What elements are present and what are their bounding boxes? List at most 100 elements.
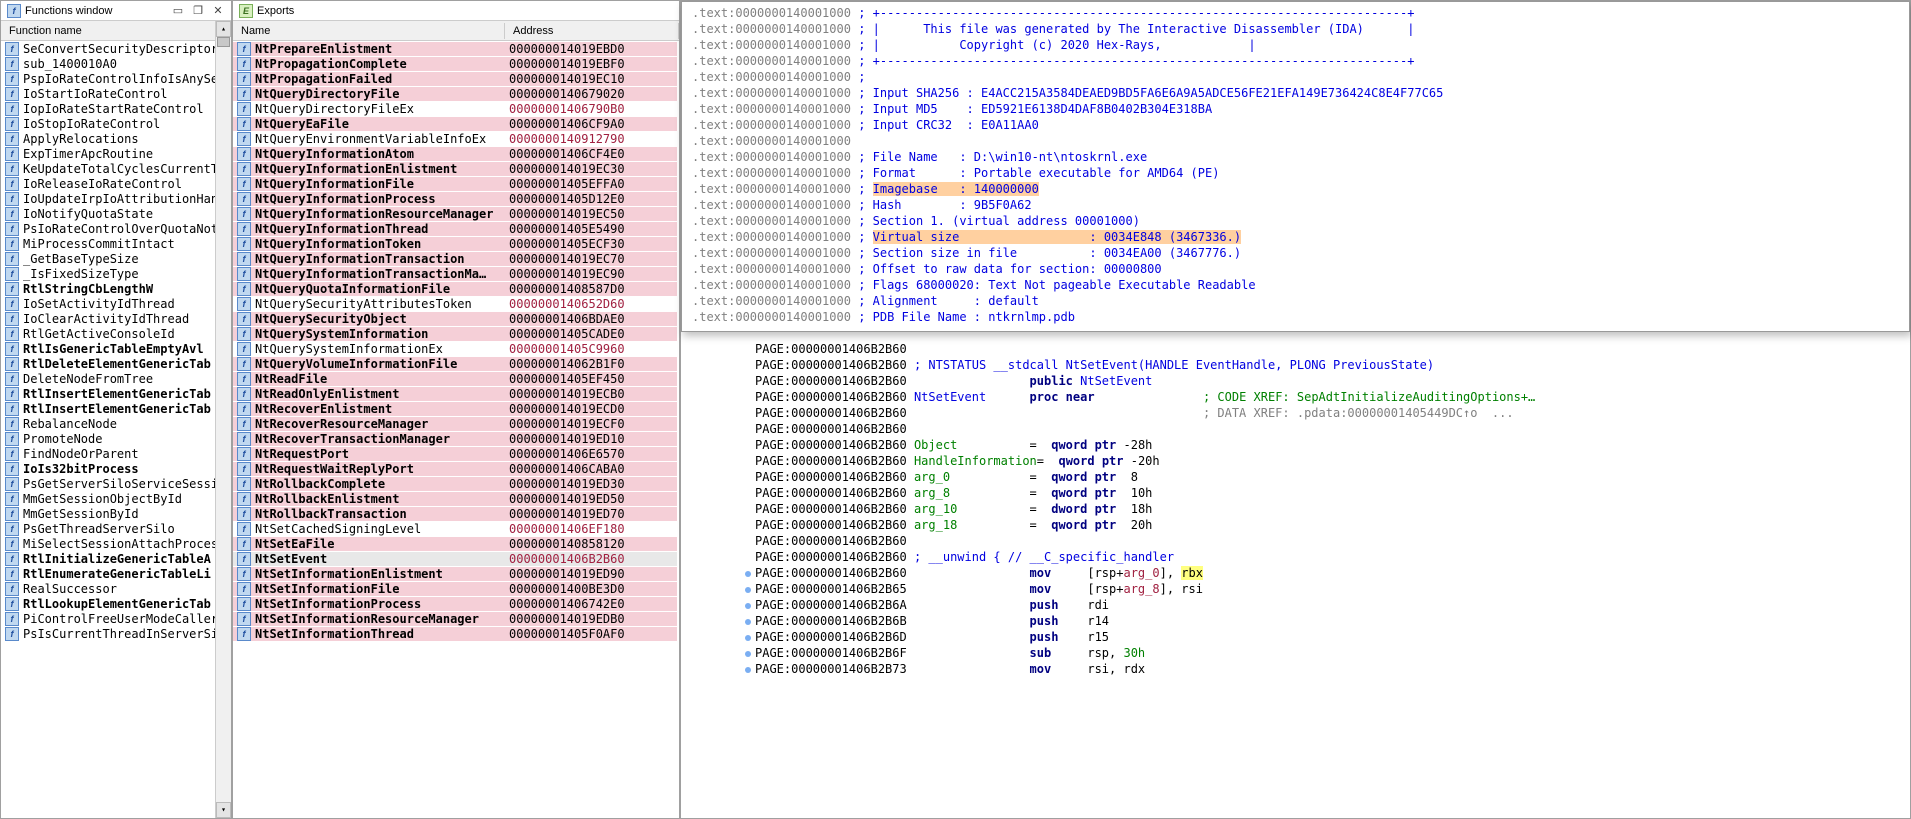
export-row[interactable]: fNtQueryInformationTransactionMa…0000000… xyxy=(233,266,679,281)
function-row[interactable]: fMiSelectSessionAttachProcess xyxy=(1,536,231,551)
export-row[interactable]: fNtRequestPort00000001406E6570 xyxy=(233,446,679,461)
breakpoint-dot-icon[interactable] xyxy=(745,587,751,593)
export-row[interactable]: fNtSetInformationThread00000001405F0AF0 xyxy=(233,626,679,641)
scroll-thumb[interactable] xyxy=(217,37,230,47)
function-row[interactable]: fRtlIsGenericTableEmptyAvl xyxy=(1,341,231,356)
export-row[interactable]: fNtSetInformationFile00000001400BE3D0 xyxy=(233,581,679,596)
export-row[interactable]: fNtRollbackComplete000000014019ED30 xyxy=(233,476,679,491)
restore-icon[interactable]: ▭ xyxy=(171,4,185,18)
export-row[interactable]: fNtRecoverTransactionManager000000014019… xyxy=(233,431,679,446)
function-row[interactable]: fRtlDeleteElementGenericTab xyxy=(1,356,231,371)
function-row[interactable]: fRtlEnumerateGenericTableLi xyxy=(1,566,231,581)
disasm-line[interactable]: PAGE:00000001406B2B60 arg_0 = qword ptr … xyxy=(741,469,1910,485)
function-row[interactable]: f_IsFixedSizeType xyxy=(1,266,231,281)
function-row[interactable]: fExpTimerApcRoutine xyxy=(1,146,231,161)
export-row[interactable]: fNtQuerySecurityObject00000001406BDAE0 xyxy=(233,311,679,326)
function-row[interactable]: fPsIsCurrentThreadInServerSilo xyxy=(1,626,231,641)
exports-header[interactable]: Name Address xyxy=(233,21,679,41)
maximize-icon[interactable]: ❐ xyxy=(191,4,205,18)
breakpoint-dot-icon[interactable] xyxy=(745,635,751,641)
disasm-line[interactable]: PAGE:00000001406B2B60 arg_8 = qword ptr … xyxy=(741,485,1910,501)
disasm-line[interactable]: PAGE:00000001406B2B60 Object = qword ptr… xyxy=(741,437,1910,453)
breakpoint-dot-icon[interactable] xyxy=(745,667,751,673)
function-row[interactable]: fDeleteNodeFromTree xyxy=(1,371,231,386)
disasm-line[interactable]: PAGE:00000001406B2B60 ; __unwind { // __… xyxy=(741,549,1910,565)
function-row[interactable]: fIoNotifyQuotaState xyxy=(1,206,231,221)
functions-scrollbar[interactable]: ▴ ▾ xyxy=(215,21,231,818)
disasm-line[interactable]: PAGE:00000001406B2B6F sub rsp, 30h xyxy=(741,645,1910,661)
export-row[interactable]: fNtQueryInformationToken00000001405ECF30 xyxy=(233,236,679,251)
function-row[interactable]: fIoClearActivityIdThread xyxy=(1,311,231,326)
function-row[interactable]: fApplyRelocations xyxy=(1,131,231,146)
function-row[interactable]: fIoUpdateIrpIoAttributionHandl xyxy=(1,191,231,206)
export-row[interactable]: fNtQueryEnvironmentVariableInfoEx0000000… xyxy=(233,131,679,146)
function-row[interactable]: fRtlInsertElementGenericTab xyxy=(1,401,231,416)
export-row[interactable]: fNtQueryInformationThread00000001405E549… xyxy=(233,221,679,236)
scroll-up-icon[interactable]: ▴ xyxy=(216,21,231,37)
breakpoint-dot-icon[interactable] xyxy=(745,619,751,625)
disasm-line[interactable]: PAGE:00000001406B2B60 xyxy=(741,341,1910,357)
export-row[interactable]: fNtQueryInformationResourceManager000000… xyxy=(233,206,679,221)
scroll-down-icon[interactable]: ▾ xyxy=(216,802,231,818)
function-row[interactable]: fFindNodeOrParent xyxy=(1,446,231,461)
disasm-line[interactable]: PAGE:00000001406B2B60 HandleInformation=… xyxy=(741,453,1910,469)
function-row[interactable]: fPsGetServerSiloServiceSession xyxy=(1,476,231,491)
export-row[interactable]: fNtRecoverEnlistment000000014019ECD0 xyxy=(233,401,679,416)
function-row[interactable]: fIoReleaseIoRateControl xyxy=(1,176,231,191)
function-row[interactable]: fKeUpdateTotalCyclesCurrentThr xyxy=(1,161,231,176)
function-row[interactable]: fIopIoRateStartRateControl xyxy=(1,101,231,116)
function-row[interactable]: fRtlStringCbLengthW xyxy=(1,281,231,296)
function-row[interactable]: fMiProcessCommitIntact xyxy=(1,236,231,251)
close-icon[interactable]: ✕ xyxy=(211,4,225,18)
export-row[interactable]: fNtRollbackEnlistment000000014019ED50 xyxy=(233,491,679,506)
function-row[interactable]: fPsIoRateControlOverQuotaNotif xyxy=(1,221,231,236)
disasm-line[interactable]: PAGE:00000001406B2B60 arg_10 = dword ptr… xyxy=(741,501,1910,517)
function-row[interactable]: fPromoteNode xyxy=(1,431,231,446)
export-row[interactable]: fNtQueryQuotaInformationFile000000014085… xyxy=(233,281,679,296)
functions-list[interactable]: fSeConvertSecurityDescriptorTofsub_14000… xyxy=(1,41,231,818)
function-row[interactable]: f_GetBaseTypeSize xyxy=(1,251,231,266)
export-row[interactable]: fNtQueryDirectoryFile0000000140679020 xyxy=(233,86,679,101)
export-row[interactable]: fNtRecoverResourceManager000000014019ECF… xyxy=(233,416,679,431)
export-row[interactable]: fNtQueryEaFile00000001406CF9A0 xyxy=(233,116,679,131)
export-row[interactable]: fNtSetInformationEnlistment000000014019E… xyxy=(233,566,679,581)
function-row[interactable]: fRtlInitializeGenericTableA xyxy=(1,551,231,566)
function-row[interactable]: fIoIs32bitProcess xyxy=(1,461,231,476)
function-row[interactable]: fRtlInsertElementGenericTab xyxy=(1,386,231,401)
export-row[interactable]: fNtRollbackTransaction000000014019ED70 xyxy=(233,506,679,521)
export-row[interactable]: fNtQueryInformationEnlistment00000001401… xyxy=(233,161,679,176)
exports-header-name[interactable]: Name xyxy=(233,23,505,39)
disasm-line[interactable]: PAGE:00000001406B2B60 ; DATA XREF: .pdat… xyxy=(741,405,1910,421)
export-row[interactable]: fNtQueryInformationTransaction0000000140… xyxy=(233,251,679,266)
function-row[interactable]: fIoStopIoRateControl xyxy=(1,116,231,131)
disasm-line[interactable]: PAGE:00000001406B2B65 mov [rsp+arg_8], r… xyxy=(741,581,1910,597)
function-row[interactable]: fMmGetSessionById xyxy=(1,506,231,521)
export-row[interactable]: fNtQueryInformationAtom00000001406CF4E0 xyxy=(233,146,679,161)
export-row[interactable]: fNtQueryDirectoryFileEx00000001406790B0 xyxy=(233,101,679,116)
function-row[interactable]: fIoStartIoRateControl xyxy=(1,86,231,101)
function-row[interactable]: fPsGetThreadServerSilo xyxy=(1,521,231,536)
function-row[interactable]: fPiControlFreeUserModeCallersB xyxy=(1,611,231,626)
function-row[interactable]: fsub_1400010A0 xyxy=(1,56,231,71)
export-row[interactable]: fNtReadOnlyEnlistment000000014019ECB0 xyxy=(233,386,679,401)
exports-list[interactable]: fNtPrepareEnlistment000000014019EBD0fNtP… xyxy=(233,41,679,818)
export-row[interactable]: fNtQuerySystemInformationEx00000001405C9… xyxy=(233,341,679,356)
function-row[interactable]: fRtlLookupElementGenericTab xyxy=(1,596,231,611)
breakpoint-dot-icon[interactable] xyxy=(745,603,751,609)
export-row[interactable]: fNtReadFile00000001405EF450 xyxy=(233,371,679,386)
breakpoint-dot-icon[interactable] xyxy=(745,571,751,577)
export-row[interactable]: fNtSetCachedSigningLevel00000001406EF180 xyxy=(233,521,679,536)
functions-header[interactable]: Function name xyxy=(1,21,231,41)
breakpoint-dot-icon[interactable] xyxy=(745,651,751,657)
disasm-line[interactable]: PAGE:00000001406B2B60 arg_18 = qword ptr… xyxy=(741,517,1910,533)
disasm-line[interactable]: PAGE:00000001406B2B60 xyxy=(741,421,1910,437)
export-row[interactable]: fNtSetEaFile0000000140858120 xyxy=(233,536,679,551)
export-row[interactable]: fNtQueryVolumeInformationFile00000001406… xyxy=(233,356,679,371)
export-row[interactable]: fNtPrepareEnlistment000000014019EBD0 xyxy=(233,41,679,56)
export-row[interactable]: fNtSetInformationResourceManager00000001… xyxy=(233,611,679,626)
exports-header-address[interactable]: Address xyxy=(505,23,679,39)
export-row[interactable]: fNtQueryInformationProcess00000001405D12… xyxy=(233,191,679,206)
export-row[interactable]: fNtSetInformationProcess00000001406742E0 xyxy=(233,596,679,611)
export-row[interactable]: fNtQuerySystemInformation00000001405CADE… xyxy=(233,326,679,341)
function-row[interactable]: fMmGetSessionObjectById xyxy=(1,491,231,506)
